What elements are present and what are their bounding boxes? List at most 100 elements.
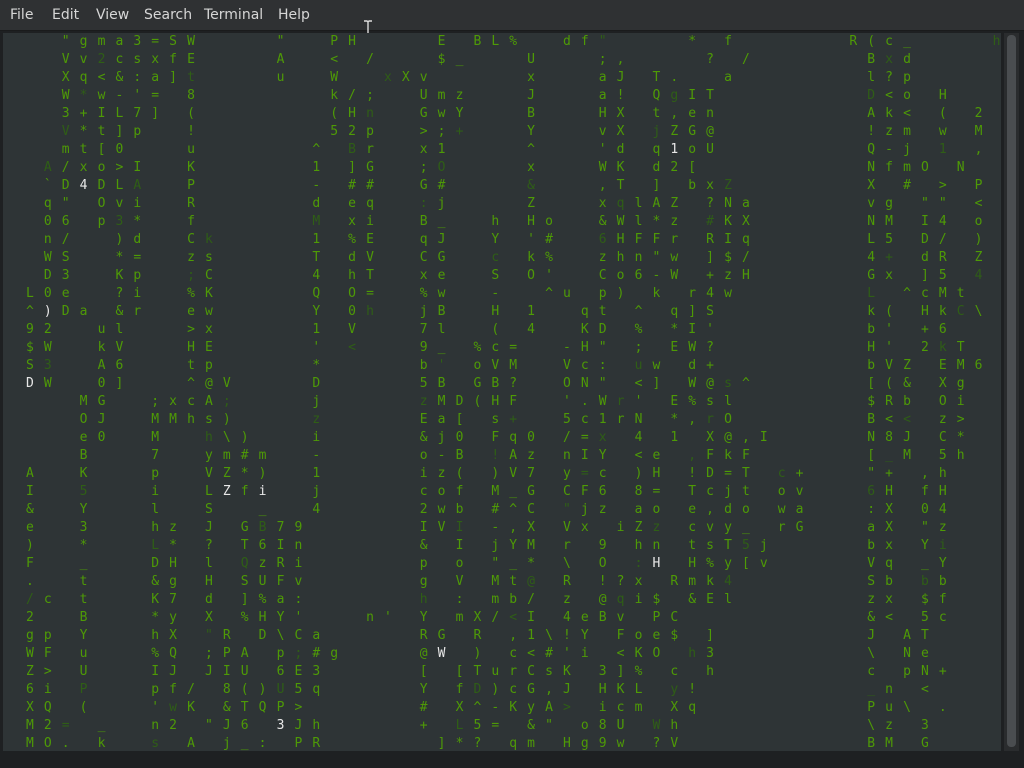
terminal-glyph: w: [616, 736, 625, 751]
terminal-glyph: z: [652, 520, 661, 535]
terminal-glyph: x: [419, 268, 428, 283]
terminal-glyph: C: [204, 268, 213, 283]
terminal-glyph: m: [61, 142, 70, 157]
terminal-glyph: F: [706, 448, 714, 463]
terminal-glyph: P: [652, 610, 661, 625]
terminal-glyph: p: [903, 70, 911, 85]
terminal-glyph: ]: [115, 124, 124, 139]
terminal-glyph: !: [491, 448, 500, 463]
terminal-glyph: K: [187, 700, 195, 715]
terminal-glyph: =: [580, 430, 589, 445]
terminal-glyph: y: [724, 556, 732, 571]
terminal-glyph: ': [885, 322, 893, 337]
terminal-glyph: V: [437, 520, 446, 535]
terminal-glyph: i: [43, 682, 52, 697]
menu-file[interactable]: File: [8, 0, 35, 30]
terminal-glyph: %: [706, 556, 714, 571]
terminal-glyph: V: [670, 736, 679, 751]
terminal-glyph: z: [938, 520, 947, 535]
terminal-glyph: k: [706, 574, 714, 589]
terminal-glyph: >: [115, 160, 124, 175]
terminal-glyph: 4: [562, 610, 571, 625]
terminal-glyph: M: [956, 358, 965, 373]
terminal-glyph: j: [724, 484, 732, 499]
terminal-glyph: l: [151, 502, 160, 517]
terminal-glyph: [: [455, 664, 464, 679]
terminal-glyph: [: [867, 448, 876, 463]
menu-search[interactable]: Search: [142, 0, 194, 30]
terminal-glyph: 9: [294, 520, 303, 535]
terminal-glyph: $: [25, 340, 34, 355]
terminal-glyph: s: [545, 664, 553, 679]
menu-view[interactable]: View: [94, 0, 131, 30]
terminal-glyph: z: [187, 250, 195, 265]
terminal-glyph: #: [545, 646, 553, 661]
terminal-glyph: W: [25, 646, 34, 661]
terminal-glyph: /: [61, 232, 70, 247]
terminal-glyph: j: [580, 502, 589, 517]
menu-edit[interactable]: Edit: [50, 0, 81, 30]
terminal-glyph: H: [938, 88, 947, 103]
terminal-glyph: d: [204, 592, 213, 607]
terminal-glyph: D: [151, 556, 160, 571]
terminal-glyph: I: [759, 430, 768, 445]
terminal-glyph: 8: [222, 682, 231, 697]
terminal-glyph: c: [187, 394, 195, 409]
terminal-glyph: (: [938, 106, 947, 121]
terminal-glyph: !: [867, 124, 876, 139]
terminal-glyph: *: [455, 736, 464, 751]
terminal-glyph: e: [25, 520, 34, 535]
terminal-glyph: W: [43, 376, 52, 391]
terminal-glyph: H: [527, 214, 535, 229]
terminal-glyph: V: [509, 466, 518, 481]
terminal-glyph: M: [25, 718, 34, 733]
terminal-glyph: M: [491, 574, 500, 589]
terminal-output[interactable]: "gma3=SW"PHEBL%df"*fR(c_h>wTY$Vv2csxfEA<…: [3, 33, 1001, 751]
terminal-glyph: =: [151, 88, 160, 103]
menu-terminal[interactable]: Terminal: [202, 0, 265, 30]
terminal-glyph: Z: [25, 664, 34, 679]
terminal-glyph: t: [652, 106, 661, 121]
terminal-glyph: x: [419, 142, 428, 157]
terminal-glyph: $: [437, 52, 446, 67]
terminal-glyph: b: [419, 358, 428, 373]
terminal-glyph: -: [115, 88, 124, 103]
terminal-glyph: U: [258, 574, 267, 589]
terminal-glyph: ,: [670, 106, 679, 121]
menu-help[interactable]: Help: [276, 0, 312, 30]
terminal-glyph: 2: [169, 718, 177, 733]
terminal-glyph: ;: [151, 394, 160, 409]
terminal-glyph: y: [670, 682, 679, 697]
terminal-glyph: /: [491, 610, 500, 625]
terminal-glyph: h: [688, 646, 697, 661]
terminal-scrollbar[interactable]: [1004, 33, 1019, 751]
terminal-glyph: u: [885, 700, 893, 715]
terminal-glyph: 4: [312, 502, 321, 517]
terminal-glyph: B: [598, 610, 607, 625]
terminal-glyph: Z: [222, 484, 231, 499]
terminal-glyph: z: [938, 412, 947, 427]
terminal-glyph: ": [598, 376, 607, 391]
terminal-glyph: C: [527, 502, 535, 517]
terminal-glyph: E: [670, 340, 679, 355]
terminal-glyph: O: [348, 286, 356, 301]
terminal-glyph: r: [777, 520, 786, 535]
terminal-glyph: i: [366, 214, 374, 229]
terminal-glyph: ': [383, 610, 392, 625]
terminal-glyph: w: [724, 286, 732, 301]
terminal-glyph: Y: [509, 538, 518, 553]
terminal-glyph: -: [312, 178, 321, 193]
terminal-glyph: b: [920, 574, 929, 589]
terminal-glyph: k: [527, 250, 535, 265]
terminal-glyph: z: [670, 214, 679, 229]
terminal-glyph: m: [222, 448, 231, 463]
terminal-glyph: \: [545, 628, 553, 643]
terminal-glyph: t: [509, 574, 518, 589]
terminal-glyph: l: [724, 592, 732, 607]
terminal-glyph: !: [688, 466, 697, 481]
terminal-glyph: e: [688, 502, 697, 517]
terminal-glyph: V: [204, 466, 213, 481]
scrollbar-thumb[interactable]: [1007, 35, 1016, 747]
terminal-glyph: D: [867, 88, 876, 103]
terminal-glyph: ,: [706, 502, 714, 517]
